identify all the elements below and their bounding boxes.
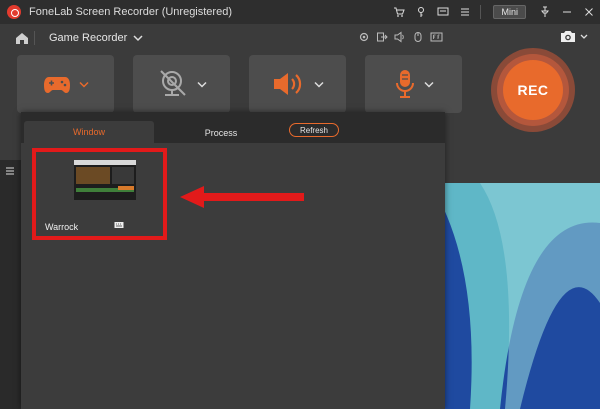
system-sound-card[interactable] (249, 55, 346, 113)
list-icon[interactable] (5, 166, 15, 176)
refresh-button[interactable]: Refresh (289, 123, 339, 137)
game-source-card[interactable] (17, 55, 114, 113)
app-title: FoneLab Screen Recorder (Unregistered) (29, 6, 232, 18)
app-logo-icon (7, 5, 21, 19)
arrow-left-icon (180, 186, 304, 208)
key-icon[interactable] (410, 0, 432, 24)
menu-icon[interactable] (454, 0, 476, 24)
thumb-image (76, 167, 110, 184)
mode-selector[interactable]: Game Recorder (49, 32, 127, 44)
chevron-down-icon[interactable] (423, 81, 434, 88)
chevron-down-icon[interactable] (78, 81, 89, 88)
tool-icons (356, 29, 444, 45)
mini-button[interactable]: Mini (493, 5, 526, 19)
tab-process[interactable]: Process (189, 125, 253, 141)
pin-icon[interactable] (534, 0, 556, 24)
title-bar-controls: Mini (388, 0, 600, 24)
thumb-header (74, 160, 136, 165)
mode-toolbar: Game Recorder (0, 24, 600, 52)
game-badge-icon (114, 222, 124, 228)
webcam-card[interactable] (133, 55, 230, 113)
fps-icon[interactable] (428, 29, 444, 45)
microphone-icon (395, 70, 414, 98)
snapshot-group[interactable] (560, 30, 588, 43)
title-bar: FoneLab Screen Recorder (Unregistered) M… (0, 0, 600, 24)
window-thumbnail (74, 160, 136, 200)
left-strip (0, 160, 22, 409)
chevron-down-icon[interactable] (196, 81, 207, 88)
minimize-icon[interactable] (556, 0, 578, 24)
thumb-side (112, 167, 134, 184)
close-icon[interactable] (578, 0, 600, 24)
chevron-down-icon[interactable] (580, 34, 588, 40)
camera-icon[interactable] (560, 30, 576, 43)
picker-tabbar: Window Process Refresh (21, 112, 445, 143)
tab-window[interactable]: Window (24, 121, 154, 143)
rec-ring: REC (497, 54, 569, 126)
settings-icon[interactable] (356, 29, 372, 45)
rec-button[interactable]: REC (491, 48, 575, 132)
speaker-icon[interactable] (392, 29, 408, 45)
rec-label: REC (503, 60, 563, 120)
cart-icon[interactable] (388, 0, 410, 24)
title-separator (480, 5, 482, 19)
speaker-icon (273, 73, 301, 95)
microphone-card[interactable] (365, 55, 462, 113)
chevron-down-icon[interactable] (133, 34, 143, 42)
window-label: Warrock (45, 222, 79, 232)
window-tile[interactable]: Warrock (32, 148, 167, 240)
mode-separator (34, 31, 35, 45)
mouse-icon[interactable] (410, 29, 426, 45)
gamepad-icon (43, 77, 70, 93)
export-icon[interactable] (374, 29, 390, 45)
thumb-accent (118, 186, 134, 190)
chevron-down-icon[interactable] (313, 81, 324, 88)
webcam-off-icon (159, 70, 186, 96)
home-icon[interactable] (14, 30, 30, 46)
feedback-icon[interactable] (432, 0, 454, 24)
